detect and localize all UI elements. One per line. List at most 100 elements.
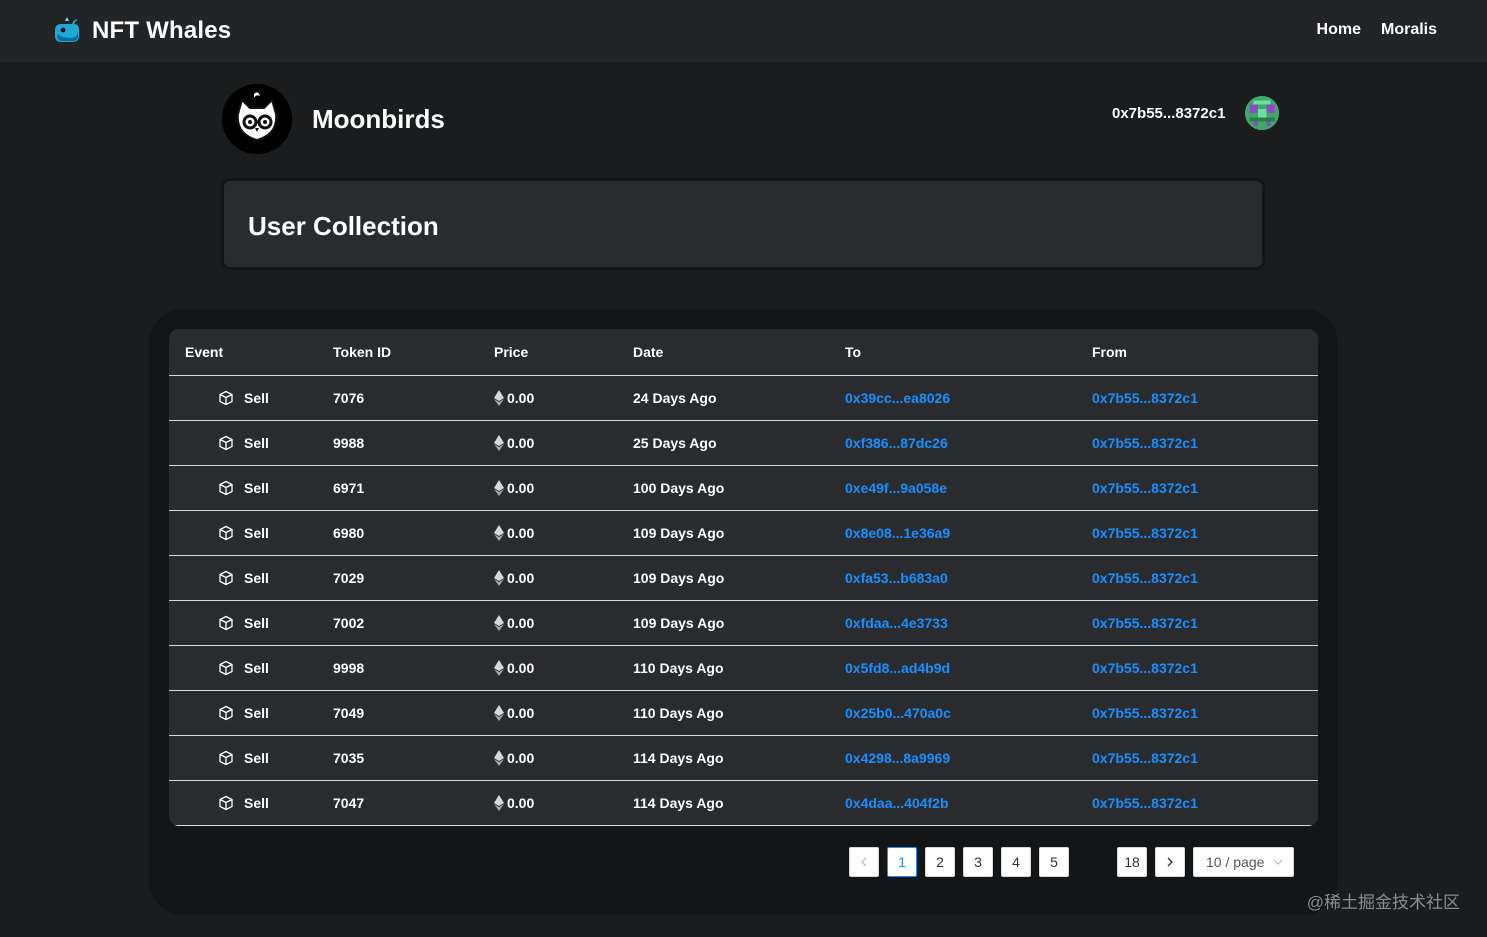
page-4-button[interactable]: 4 — [1001, 847, 1031, 877]
table-row: Sell 7035 0.00 114 Days Ago 0x4298...8a9… — [169, 735, 1318, 781]
collection-header: Moonbirds — [222, 84, 445, 154]
event-label: Sell — [244, 660, 269, 676]
collection-name: Moonbirds — [312, 103, 445, 134]
event-label: Sell — [244, 615, 269, 631]
page-last-button[interactable]: 18 — [1117, 847, 1147, 877]
from-address-link[interactable]: 0x7b55...8372c1 — [1092, 525, 1198, 541]
price-cell: 0.00 — [478, 375, 617, 421]
from-address-link[interactable]: 0x7b55...8372c1 — [1092, 795, 1198, 811]
to-address-cell: 0x4298...8a9969 — [829, 735, 1076, 781]
user-collection-card: User Collection — [224, 181, 1262, 267]
from-address-link[interactable]: 0x7b55...8372c1 — [1092, 615, 1198, 631]
ethereum-icon — [494, 750, 504, 766]
to-address-link[interactable]: 0x25b0...470a0c — [845, 705, 951, 721]
section-title: User Collection — [248, 211, 439, 241]
event-cell: Sell — [169, 645, 317, 691]
to-address-link[interactable]: 0xe49f...9a058e — [845, 480, 947, 496]
table-body: Sell 7076 0.00 24 Days Ago 0x39cc...ea80… — [169, 375, 1318, 826]
to-address-cell: 0x25b0...470a0c — [829, 690, 1076, 736]
to-address-link[interactable]: 0xfdaa...4e3733 — [845, 615, 948, 631]
moonbird-owl-icon — [222, 84, 292, 154]
from-address-link[interactable]: 0x7b55...8372c1 — [1092, 660, 1198, 676]
price-cell: 0.00 — [478, 600, 617, 646]
table-row: Sell 6971 0.00 100 Days Ago 0xe49f...9a0… — [169, 465, 1318, 511]
to-address-link[interactable]: 0x4298...8a9969 — [845, 750, 950, 766]
page-2-button[interactable]: 2 — [925, 847, 955, 877]
page-5-button[interactable]: 5 — [1039, 847, 1069, 877]
price-cell: 0.00 — [478, 780, 617, 826]
from-address-link[interactable]: 0x7b55...8372c1 — [1092, 480, 1198, 496]
column-header-date: Date — [617, 329, 829, 376]
token-id-cell: 7076 — [317, 375, 478, 421]
ethereum-icon — [494, 390, 504, 406]
table-row: Sell 7029 0.00 109 Days Ago 0xfa53...b68… — [169, 555, 1318, 601]
nav-links: Home Moralis — [1317, 21, 1437, 39]
ethereum-icon — [494, 705, 504, 721]
event-label: Sell — [244, 390, 269, 406]
chevron-left-icon — [861, 857, 867, 867]
from-address-link[interactable]: 0x7b55...8372c1 — [1092, 435, 1198, 451]
to-address-link[interactable]: 0xfa53...b683a0 — [845, 570, 948, 586]
to-address-link[interactable]: 0x4daa...404f2b — [845, 795, 949, 811]
from-address-link[interactable]: 0x7b55...8372c1 — [1092, 390, 1198, 406]
from-address-link[interactable]: 0x7b55...8372c1 — [1092, 705, 1198, 721]
event-cell: Sell — [169, 555, 317, 601]
event-cell-content: Sell — [185, 480, 317, 496]
collection-avatar — [222, 84, 292, 154]
page-size-select[interactable]: 10 / page — [1193, 847, 1294, 877]
to-address-cell: 0xf386...87dc26 — [829, 420, 1076, 466]
token-id-cell: 7035 — [317, 735, 478, 781]
wallet-address[interactable]: 0x7b55...8372c1 — [1112, 105, 1225, 122]
to-address-link[interactable]: 0x39cc...ea8026 — [845, 390, 950, 406]
table-row: Sell 9998 0.00 110 Days Ago 0x5fd8...ad4… — [169, 645, 1318, 691]
to-address-link[interactable]: 0xf386...87dc26 — [845, 435, 948, 451]
table-row: Sell 6980 0.00 109 Days Ago 0x8e08...1e3… — [169, 510, 1318, 556]
wallet-info[interactable]: 0x7b55...8372c1 — [1112, 96, 1280, 130]
to-address-link[interactable]: 0x8e08...1e36a9 — [845, 525, 950, 541]
token-id-cell: 9998 — [317, 645, 478, 691]
from-address-cell: 0x7b55...8372c1 — [1076, 735, 1318, 781]
brand[interactable]: NFT Whales — [52, 16, 231, 46]
event-cell-content: Sell — [185, 435, 317, 451]
next-page-button[interactable] — [1155, 847, 1185, 877]
event-cell: Sell — [169, 465, 317, 511]
prev-page-button[interactable] — [849, 847, 879, 877]
date-cell: 25 Days Ago — [617, 420, 829, 466]
nav-moralis-link[interactable]: Moralis — [1381, 21, 1437, 39]
column-header-from: From — [1076, 329, 1318, 376]
chevron-right-icon — [1167, 857, 1173, 867]
event-label: Sell — [244, 750, 269, 766]
from-address-cell: 0x7b55...8372c1 — [1076, 420, 1318, 466]
page-1-button[interactable]: 1 — [887, 847, 917, 877]
price-value: 0.00 — [507, 750, 535, 766]
date-cell: 114 Days Ago — [617, 735, 829, 781]
token-id-cell: 7049 — [317, 690, 478, 736]
nav-home-link[interactable]: Home — [1317, 21, 1361, 39]
from-address-link[interactable]: 0x7b55...8372c1 — [1092, 570, 1198, 586]
price-cell: 0.00 — [478, 645, 617, 691]
event-label: Sell — [244, 795, 269, 811]
event-cell: Sell — [169, 375, 317, 421]
date-cell: 100 Days Ago — [617, 465, 829, 511]
from-address-link[interactable]: 0x7b55...8372c1 — [1092, 750, 1198, 766]
ethereum-icon — [494, 615, 504, 631]
cube-icon — [219, 480, 233, 496]
page-3-button[interactable]: 3 — [963, 847, 993, 877]
from-address-cell: 0x7b55...8372c1 — [1076, 510, 1318, 556]
page-size-value: 10 / page — [1206, 854, 1265, 870]
price-value: 0.00 — [507, 525, 535, 541]
event-label: Sell — [244, 525, 269, 541]
to-address-cell: 0x8e08...1e36a9 — [829, 510, 1076, 556]
app-title: NFT Whales — [92, 17, 232, 44]
event-cell: Sell — [169, 735, 317, 781]
ethereum-icon — [494, 570, 504, 586]
from-address-cell: 0x7b55...8372c1 — [1076, 645, 1318, 691]
to-address-link[interactable]: 0x5fd8...ad4b9d — [845, 660, 950, 676]
column-header-token-id: Token ID — [317, 329, 478, 376]
table-header-row: Event Token ID Price Date To From — [169, 329, 1318, 376]
from-address-cell: 0x7b55...8372c1 — [1076, 375, 1318, 421]
ethereum-icon — [494, 525, 504, 541]
price-cell: 0.00 — [478, 465, 617, 511]
ethereum-icon — [494, 435, 504, 451]
wallet-avatar[interactable] — [1245, 96, 1280, 130]
